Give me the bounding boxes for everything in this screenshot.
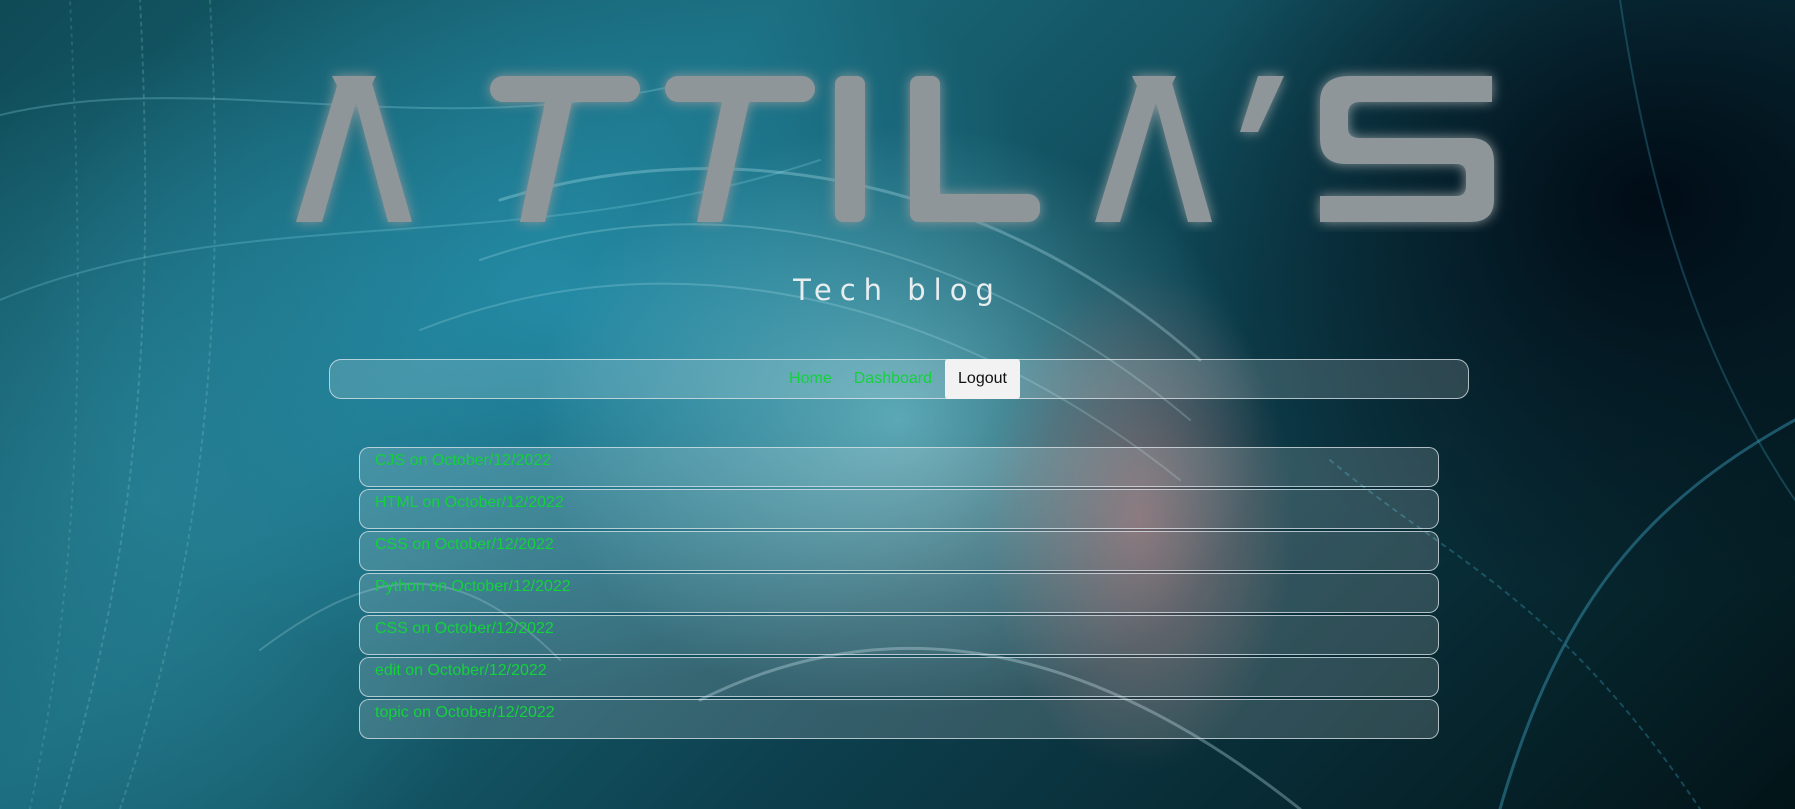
post-item[interactable]: topic on October/12/2022 [359,699,1439,739]
site-subtitle: Tech blog [793,273,1002,307]
nav-home-link[interactable]: Home [778,370,843,388]
logout-button[interactable]: Logout [945,359,1020,399]
post-item[interactable]: edit on October/12/2022 [359,657,1439,697]
nav-dashboard-link[interactable]: Dashboard [843,370,943,388]
post-item[interactable]: CSS on October/12/2022 [359,615,1439,655]
post-item[interactable]: CJS on October/12/2022 [359,447,1439,487]
post-item[interactable]: CSS on October/12/2022 [359,531,1439,571]
post-list: CJS on October/12/2022 HTML on October/1… [359,447,1439,741]
post-item[interactable]: HTML on October/12/2022 [359,489,1439,529]
post-item[interactable]: Python on October/12/2022 [359,573,1439,613]
main-navbar: Home Dashboard Logout [329,359,1469,399]
site-logo [0,62,1795,232]
